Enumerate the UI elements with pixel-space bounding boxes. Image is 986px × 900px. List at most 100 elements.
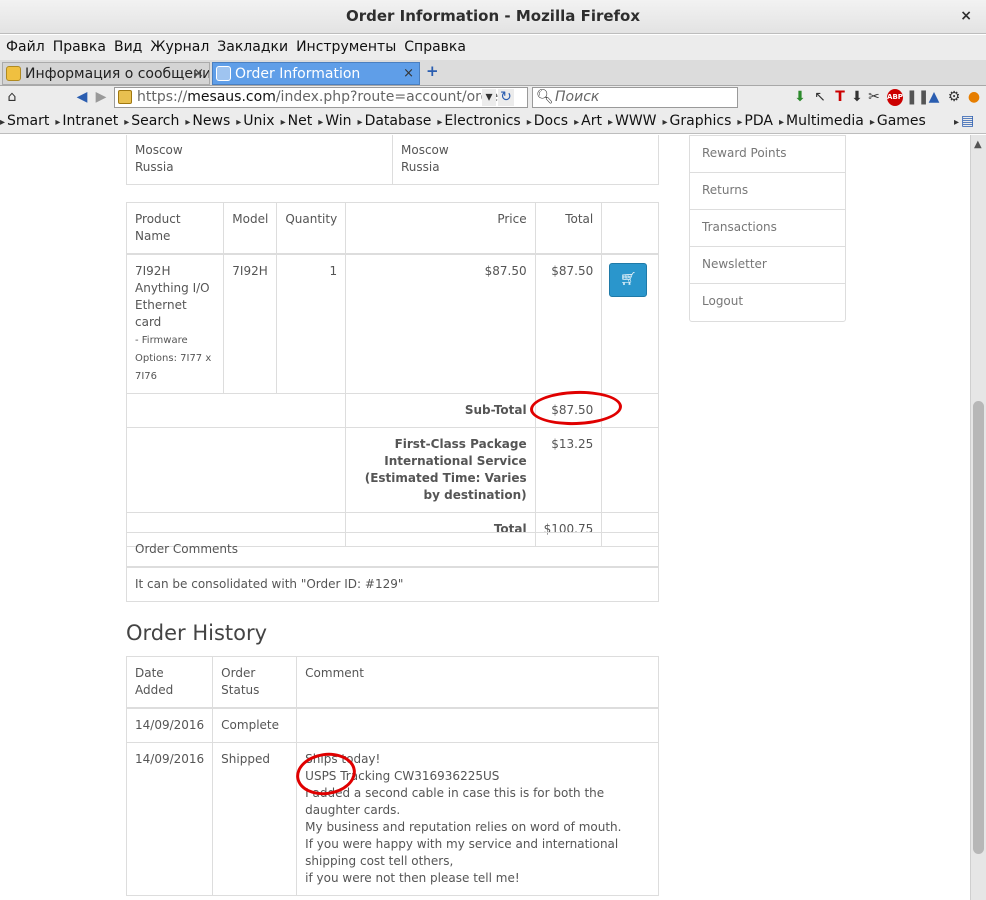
sidebar-toggle-icon[interactable]: ▤ [954, 110, 974, 134]
bookmark-folder[interactable]: Multimedia [779, 113, 864, 129]
scroll-up-icon[interactable]: ▲ [974, 139, 982, 150]
sidebar-item-logout[interactable]: Logout [690, 284, 845, 321]
tab-label: Информация о сообщени [25, 66, 210, 82]
col-price: Price [345, 202, 536, 255]
bookmark-folder[interactable]: Database [358, 113, 432, 129]
menu-file[interactable]: Файл [4, 35, 51, 60]
menu-bar: Файл Правка Вид Журнал Закладки Инструме… [0, 35, 986, 60]
comment-line: Ships today! [305, 752, 381, 766]
bookmark-folder[interactable]: WWW [608, 113, 657, 129]
url-bar[interactable]: https://mesaus.com/index.php?route=accou… [114, 87, 528, 108]
address-city: Moscow [401, 143, 449, 157]
menu-tools[interactable]: Инструменты [294, 35, 402, 60]
settings-icon[interactable]: ⚙ [946, 89, 962, 106]
navigation-toolbar: ⌂ ◀ ▶ https://mesaus.com/index.php?route… [0, 86, 986, 110]
tab-message-info[interactable]: Информация о сообщени × [2, 62, 210, 85]
product-action-cell: 🛒︎ [601, 253, 659, 394]
close-tab-icon[interactable]: × [193, 63, 204, 84]
url-path: /index.php?route=account/order [275, 89, 504, 105]
col-comment: Comment [296, 656, 659, 709]
cursor-icon[interactable]: ↖ [812, 89, 828, 106]
bookmark-folder[interactable]: Win [318, 113, 351, 129]
products-table: Product Name Model Quantity Price Total … [125, 202, 659, 547]
url-prefix: https:// [137, 89, 188, 105]
bookmark-folder[interactable]: Smart [0, 113, 49, 129]
forward-icon[interactable]: ▶ [93, 89, 109, 106]
address-country: Russia [401, 160, 440, 174]
comments-header: Order Comments [126, 532, 659, 568]
comment-line: My business and reputation relies on wor… [305, 820, 622, 834]
tab-bar: Информация о сообщени × Order Informatio… [0, 60, 986, 86]
bookmark-folder[interactable]: Art [574, 113, 602, 129]
dropdown-icon[interactable]: ▾ [482, 89, 496, 106]
product-option: - Firmware Options: 7I77 x 7I76 [135, 335, 212, 382]
bookmark-folder[interactable]: Unix [236, 113, 274, 129]
col-quantity: Quantity [276, 202, 347, 255]
tab-order-information[interactable]: Order Information × [212, 62, 420, 85]
bookmark-folder[interactable]: Intranet [55, 113, 118, 129]
product-name-cell: 7I92H Anything I/O Ethernet card - Firmw… [125, 253, 225, 394]
arrow-down-icon[interactable]: ⬇ [850, 89, 864, 106]
window-close-icon[interactable]: × [960, 0, 972, 33]
col-model: Model [223, 202, 278, 255]
col-total: Total [534, 202, 603, 255]
scissors-icon[interactable]: ✂ [866, 89, 882, 106]
bookmark-folder[interactable]: Games [870, 113, 926, 129]
triangle-icon[interactable]: ▲ [926, 89, 942, 106]
adblock-icon[interactable]: ABP [887, 89, 903, 106]
pause-icon[interactable]: ❚❚ [906, 89, 929, 106]
shipping-address: Moscow Russia [392, 135, 659, 185]
home-icon[interactable]: ⌂ [4, 89, 20, 106]
order-comments-table: Order Comments It can be consolidated wi… [126, 532, 659, 602]
back-icon[interactable]: ◀ [74, 89, 90, 106]
window-titlebar: Order Information - Mozilla Firefox × [0, 0, 986, 34]
subtotal-label: Sub-Total [345, 393, 536, 428]
shipping-value: $13.25 [534, 427, 603, 513]
table-row: 14/09/2016 Shipped Ships today! USPS Tra… [125, 742, 659, 896]
bookmark-folder[interactable]: Net [281, 113, 313, 129]
search-input[interactable]: 🔍︎ Поиск [532, 87, 738, 108]
order-history-table: Date Added Order Status Comment 14/09/20… [125, 656, 659, 896]
firefox-icon[interactable]: ● [966, 89, 982, 106]
menu-edit[interactable]: Правка [51, 35, 112, 60]
bookmarks-toolbar: Smart Intranet Search News Unix Net Win Databas… [0, 110, 986, 134]
pencil-icon [6, 66, 21, 81]
table-row: 14/09/2016 Complete [125, 707, 659, 743]
menu-bookmarks[interactable]: Закладки [215, 35, 294, 60]
tab-label: Order Information [235, 66, 361, 82]
bookmark-folder[interactable]: News [185, 113, 230, 129]
bookmark-folder[interactable]: Electronics [437, 113, 520, 129]
address-city: Moscow [135, 143, 183, 157]
bookmark-folder[interactable]: Docs [527, 113, 568, 129]
address-table: Moscow Russia Moscow Russia [126, 135, 659, 185]
close-tab-icon[interactable]: × [403, 63, 414, 84]
reload-icon[interactable]: ↻ [498, 89, 514, 106]
page-scrollbar[interactable]: ▲ [970, 135, 986, 900]
menu-history[interactable]: Журнал [148, 35, 215, 60]
text-icon[interactable]: T [832, 89, 848, 106]
bookmark-folder[interactable]: Graphics [663, 113, 732, 129]
product-price: $87.50 [345, 253, 536, 394]
table-row: 7I92H Anything I/O Ethernet card - Firmw… [125, 253, 659, 394]
menu-view[interactable]: Вид [112, 35, 148, 60]
sidebar-item-returns[interactable]: Returns [690, 173, 845, 210]
history-date: 14/09/2016 [125, 707, 214, 743]
cart-icon: 🛒︎ [619, 272, 637, 287]
scrollbar-thumb[interactable] [973, 401, 984, 854]
comment-line: USPS Tracking CW316936225US [305, 769, 500, 783]
product-quantity: 1 [276, 253, 347, 394]
bookmark-folder[interactable]: PDA [737, 113, 773, 129]
reorder-button[interactable]: 🛒︎ [609, 263, 648, 297]
col-order-status: Order Status [212, 656, 298, 709]
new-tab-button[interactable]: + [426, 62, 439, 80]
product-model: 7I92H [223, 253, 278, 394]
sidebar-item-newsletter[interactable]: Newsletter [690, 247, 845, 284]
menu-help[interactable]: Справка [402, 35, 472, 60]
account-sidebar: Reward Points Returns Transactions Newsl… [689, 135, 846, 322]
col-date-added: Date Added [125, 656, 214, 709]
download-icon[interactable]: ⬇ [792, 89, 808, 106]
url-host: mesaus.com [187, 89, 276, 105]
sidebar-item-reward-points[interactable]: Reward Points [690, 136, 845, 173]
bookmark-folder[interactable]: Search [124, 113, 179, 129]
sidebar-item-transactions[interactable]: Transactions [690, 210, 845, 247]
